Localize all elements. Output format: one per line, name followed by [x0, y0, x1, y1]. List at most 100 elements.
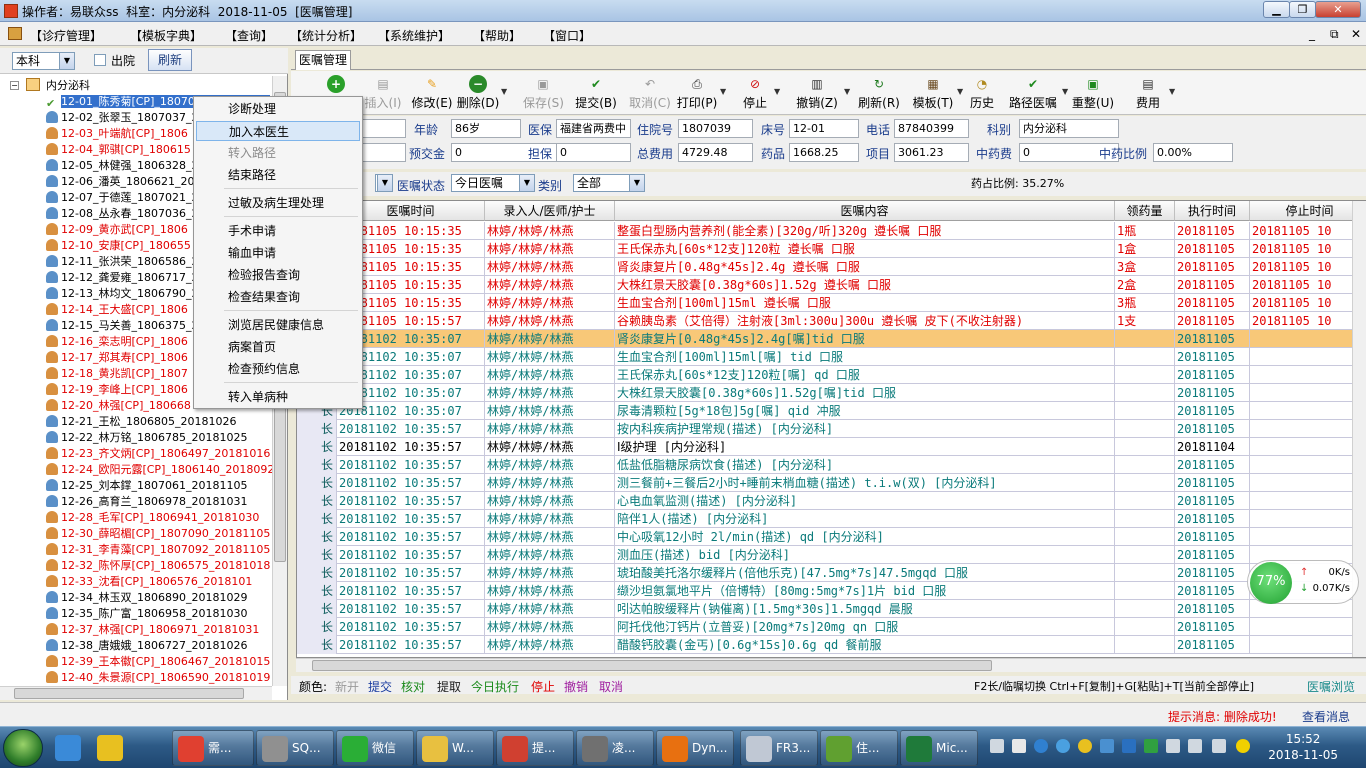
patient-item[interactable]: 12-33_沈看[CP]_1806576_2018101: [46, 574, 252, 590]
patient-tree-hscrollbar[interactable]: [0, 686, 272, 700]
table-row[interactable]: 20181105 10:15:35 林婷/林婷/林燕 大株红景天胶囊[0.38g*6…: [297, 276, 1365, 294]
cloud-icon[interactable]: [1056, 739, 1070, 753]
grid-header-cell[interactable]: 录入人/医师/护士: [485, 201, 615, 221]
collapse-icon[interactable]: −: [10, 81, 19, 90]
patient-item[interactable]: 12-19_李峰上[CP]_1806: [46, 382, 188, 398]
patient-item[interactable]: 12-40_朱景源[CP]_1806590_20181019: [46, 670, 270, 686]
category-select[interactable]: 全部 ▼: [573, 174, 645, 192]
taskbar-item[interactable]: 提...: [496, 730, 574, 766]
minimize-button[interactable]: ▁: [1263, 1, 1290, 18]
mdi-restore-icon[interactable]: ⧉: [1330, 27, 1339, 42]
patient-item[interactable]: 12-10_安康[CP]_180655: [46, 238, 191, 254]
context-menu-item[interactable]: 加入本医生: [196, 121, 360, 141]
network-share-icon[interactable]: [1012, 739, 1026, 753]
taskbar-item[interactable]: SQ...: [256, 730, 334, 766]
network-icon[interactable]: [1166, 739, 1180, 753]
context-menu-item[interactable]: 检查预约信息: [196, 359, 360, 379]
refresh-button[interactable]: 刷新: [148, 49, 192, 71]
patient-item[interactable]: 12-14_王大盛[CP]_1806: [46, 302, 188, 318]
shield-icon[interactable]: [1144, 739, 1158, 753]
table-row[interactable]: 长 20181102 10:35:57 林婷/林婷/林燕 阿托伐他汀钙片(立普妥)[2…: [297, 618, 1365, 636]
table-row[interactable]: 20181102 10:35:07 林婷/林婷/林燕 肾炎康复片[0.48g*45s…: [297, 330, 1365, 348]
taskbar-item[interactable]: 凌...: [576, 730, 654, 766]
context-menu-item[interactable]: 诊断处理: [196, 99, 360, 119]
restore-button[interactable]: ❐: [1289, 1, 1316, 18]
network-monitor[interactable]: 77% ↑ ↓ 0K/s 0.07K/s: [1247, 560, 1359, 604]
context-menu-item[interactable]: 手术申请: [196, 221, 360, 241]
toolbar-button[interactable]: ✎ 修改(E): [409, 73, 455, 113]
toolbar-button[interactable]: − 删除(D): [456, 73, 500, 113]
table-row[interactable]: 长 20181102 10:35:57 林婷/林婷/林燕 琥珀酸美托洛尔缓释片(倍他乐…: [297, 564, 1365, 582]
keyboard-icon[interactable]: [990, 739, 1004, 753]
table-row[interactable]: 长 20181102 10:35:57 林婷/林婷/林燕 按内科疾病护理常规(描述) …: [297, 420, 1365, 438]
table-row[interactable]: 长 20181102 10:35:57 林婷/林婷/林燕 陪伴1人(描述) [内分泌科…: [297, 510, 1365, 528]
patient-item[interactable]: 12-18_黄兆凯[CP]_1807: [46, 366, 188, 382]
hscroll-thumb[interactable]: [14, 688, 244, 699]
patient-item[interactable]: 12-35_陈广富_1806958_20181030: [46, 606, 247, 622]
menu-item[interactable]: 【系统维护】: [378, 27, 450, 44]
taskbar-item[interactable]: 住...: [820, 730, 898, 766]
volume-icon[interactable]: [1188, 739, 1202, 753]
qq-tray-icon[interactable]: [1078, 739, 1092, 753]
patient-item[interactable]: 12-32_陈怀厚[CP]_1806575_20181018: [46, 558, 270, 574]
patient-item[interactable]: 12-17_郑其寿[CP]_1806: [46, 350, 188, 366]
order-type-select[interactable]: ▼: [375, 174, 393, 192]
taskbar-item[interactable]: 微信: [336, 730, 414, 766]
menu-item[interactable]: 【诊疗管理】: [30, 27, 102, 44]
chevron-down-icon[interactable]: ▼: [1169, 87, 1175, 96]
patient-item[interactable]: 12-04_郭骐[CP]_180615: [46, 142, 191, 158]
patient-item[interactable]: 12-34_林玉双_1806890_20181029: [46, 590, 247, 606]
taskbar-item[interactable]: Mic...: [900, 730, 978, 766]
menu-item[interactable]: 【窗口】: [543, 27, 591, 44]
patient-item[interactable]: 12-16_栾志明[CP]_1806: [46, 334, 188, 350]
patient-item[interactable]: 12-22_林万铭_1806785_20181025: [46, 430, 247, 446]
tree-root[interactable]: − 内分泌科: [10, 78, 90, 94]
toolbar-button[interactable]: ◔ 历史: [963, 73, 1001, 113]
context-menu-item[interactable]: 输血申请: [196, 243, 360, 263]
table-row[interactable]: 20181105 10:15:35 林婷/林婷/林燕 肾炎康复片[0.48g*45s…: [297, 258, 1365, 276]
chevron-down-icon[interactable]: ▼: [1062, 87, 1068, 96]
mdi-close-icon[interactable]: ✕: [1351, 27, 1361, 41]
table-row[interactable]: 长 20181102 10:35:57 林婷/林婷/林燕 低盐低脂糖尿病饮食(描述) …: [297, 456, 1365, 474]
ime-icon[interactable]: [1100, 739, 1114, 753]
table-row[interactable]: 长 20181102 10:35:57 林婷/林婷/林燕 中心吸氧12小时 2l/mi…: [297, 528, 1365, 546]
order-state-select[interactable]: 今日医嘱 ▼: [451, 174, 535, 192]
table-row[interactable]: 20181105 10:15:57 林婷/林婷/林燕 谷赖胰岛素（艾倍得）注射液[3…: [297, 312, 1365, 330]
patient-item[interactable]: 12-20_林强[CP]_180668: [46, 398, 191, 414]
menu-item[interactable]: 【帮助】: [473, 27, 521, 44]
menu-item[interactable]: 【模板字典】: [130, 27, 202, 44]
patient-item[interactable]: 12-21_王松_1806805_20181026: [46, 414, 236, 430]
toolbar-button[interactable]: ▣ 重整(U): [1069, 73, 1117, 113]
table-row[interactable]: 长 20181102 10:35:07 林婷/林婷/林燕 尿毒清颗粒[5g*18包]5…: [297, 402, 1365, 420]
table-row[interactable]: 20181105 10:15:35 林婷/林婷/林燕 生血宝合剂[100ml]15m…: [297, 294, 1365, 312]
toolbar-button[interactable]: ✔ 路径医嘱: [1005, 73, 1061, 113]
table-row[interactable]: 长 20181102 10:35:57 林婷/林婷/林燕 吲达帕胺缓释片(钠催离)[1…: [297, 600, 1365, 618]
patient-item[interactable]: 12-38_唐娥娥_1806727_20181026: [46, 638, 247, 654]
table-row[interactable]: 长 20181102 10:35:57 林婷/林婷/林燕 醋酸钙胶囊(金丐)[0.6g…: [297, 636, 1365, 654]
table-row[interactable]: 长 20181102 10:35:57 林婷/林婷/林燕 心电血氧监测(描述) [内分…: [297, 492, 1365, 510]
context-menu-item[interactable]: 浏览居民健康信息: [196, 315, 360, 335]
patient-item[interactable]: 12-37_林强[CP]_1806971_20181031: [46, 622, 259, 638]
taskbar-item[interactable]: 需...: [172, 730, 254, 766]
context-menu-item[interactable]: 转入单病种: [196, 387, 360, 407]
context-menu-item[interactable]: 过敏及病生理处理: [196, 193, 360, 213]
help-icon[interactable]: [1122, 739, 1136, 753]
mdi-minimize-icon[interactable]: _: [1309, 27, 1315, 41]
grid-hscrollbar[interactable]: [296, 658, 1366, 672]
grid-header-cell[interactable]: 领药量: [1115, 201, 1175, 221]
table-row[interactable]: 20181102 10:35:07 林婷/林婷/林燕 王氏保赤丸[60s*12支]1…: [297, 366, 1365, 384]
discharged-checkbox[interactable]: [94, 54, 106, 66]
patient-item[interactable]: 12-09_黄亦武[CP]_1806: [46, 222, 188, 238]
taskbar-item[interactable]: Dyn...: [656, 730, 734, 766]
battery-icon[interactable]: [1212, 739, 1226, 753]
chevron-down-icon[interactable]: ▼: [720, 87, 726, 96]
grid-header-cell[interactable]: 停止时间: [1250, 201, 1365, 221]
patient-item[interactable]: 12-28_毛军[CP]_1806941_20181030: [46, 510, 259, 526]
chevron-down-icon[interactable]: ▼: [774, 87, 780, 96]
toolbar-button[interactable]: ▤ 费用: [1128, 73, 1168, 113]
menu-item[interactable]: 【查询】: [225, 27, 273, 44]
update-icon[interactable]: [1236, 739, 1250, 753]
toolbar-button[interactable]: ⎙ 打印(P): [675, 73, 719, 113]
table-row[interactable]: 长 20181102 10:35:57 林婷/林婷/林燕 测血压(描述) bid [内…: [297, 546, 1365, 564]
grid-hscroll-thumb[interactable]: [312, 660, 992, 671]
